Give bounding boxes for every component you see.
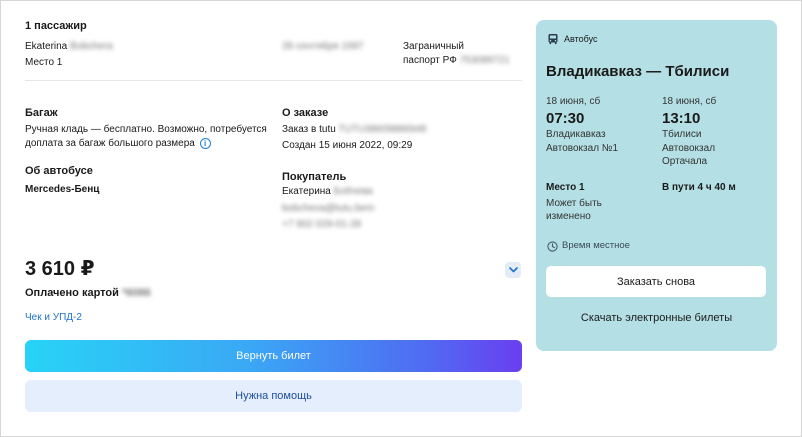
order-heading: О заказе	[282, 107, 329, 119]
passenger-birth-date: 28 сентября 1997	[282, 41, 364, 52]
seat-note-line2: изменено	[546, 211, 591, 222]
section-divider	[25, 80, 522, 81]
trip-card: Автобус Владикавказ — Тбилиси 18 июня, с…	[536, 20, 777, 351]
arrival-date: 18 июня, сб	[662, 96, 717, 107]
arrival-city: Тбилиси	[662, 129, 702, 140]
departure-time: 07:30	[546, 110, 585, 127]
trip-duration: В пути 4 ч 40 м	[662, 182, 736, 193]
refund-ticket-button[interactable]: Вернуть билет	[25, 340, 522, 372]
seat-note-line1: Может быть	[546, 198, 602, 209]
payment-status: Оплачено картой *6086	[25, 286, 151, 301]
passenger-heading: 1 пассажир	[25, 20, 87, 32]
paid-label: Оплачено картой	[25, 287, 119, 299]
baggage-text-line2-wrap: доплата за багаж большого размера i	[25, 137, 211, 151]
buyer-heading: Покупатель	[282, 171, 347, 183]
passenger-document-label-1: Заграничный	[403, 41, 464, 52]
passenger-document: паспорт РФ 753089721	[403, 54, 510, 68]
buyer-last-name: Бобчева	[333, 186, 373, 197]
receipt-link[interactable]: Чек и УПД-2	[25, 311, 82, 325]
order-created: Создан 15 июня 2022, 09:29	[282, 140, 413, 151]
departure-station: Автовокзал №1	[546, 143, 619, 154]
need-help-button[interactable]: Нужна помощь	[25, 380, 522, 412]
route-title: Владикавказ — Тбилиси	[546, 63, 730, 80]
download-tickets-link[interactable]: Скачать электронные билеты	[536, 312, 777, 324]
expand-details-button[interactable]	[505, 262, 521, 278]
transport-type: Автобус	[564, 34, 598, 44]
buyer-first-name: Екатерина	[282, 186, 331, 197]
bus-model: Mercedes-Бенц	[25, 184, 100, 195]
baggage-heading: Багаж	[25, 107, 58, 119]
card-mask: *6086	[121, 287, 151, 299]
passenger-document-number: 753089721	[459, 55, 510, 66]
clock-icon	[547, 239, 558, 257]
price: 3 610 ₽	[25, 258, 95, 280]
local-time-note: Время местное	[562, 240, 630, 251]
bus-heading: Об автобусе	[25, 165, 93, 177]
departure-date: 18 июня, сб	[546, 96, 601, 107]
arrival-station-line1: Автовокзал	[662, 143, 716, 154]
buyer-email: bobcheva@tutu.bem	[282, 203, 375, 214]
passenger-seat: Место 1	[25, 57, 63, 68]
passenger-first-name: Ekaterina	[25, 41, 68, 52]
departure-city: Владикавказ	[546, 129, 606, 140]
buyer-phone: +7 902 029-01-28	[282, 219, 362, 230]
info-icon[interactable]: i	[199, 137, 211, 149]
bus-icon	[547, 32, 559, 50]
arrival-station-line2: Ортачала	[662, 156, 708, 167]
order-number-value: TUTU38609886948	[338, 124, 427, 135]
passenger-last-name: Bobchera	[70, 41, 113, 52]
trip-seat: Место 1	[546, 182, 585, 193]
buyer-name: Екатерина Бобчева	[282, 185, 373, 199]
arrival-time: 13:10	[662, 110, 701, 127]
order-number: Заказ в tutu TUTU38609886948	[282, 123, 426, 137]
order-number-label: Заказ в tutu	[282, 124, 336, 135]
baggage-text-line2: доплата за багаж большого размера	[25, 138, 195, 149]
passenger-name: Ekaterina Bobchera	[25, 40, 113, 54]
passenger-document-label-2: паспорт РФ	[403, 55, 457, 66]
reorder-button[interactable]: Заказать снова	[546, 266, 766, 297]
baggage-text-line1: Ручная кладь — бесплатно. Возможно, потр…	[25, 124, 267, 135]
chevron-down-icon	[508, 267, 518, 273]
